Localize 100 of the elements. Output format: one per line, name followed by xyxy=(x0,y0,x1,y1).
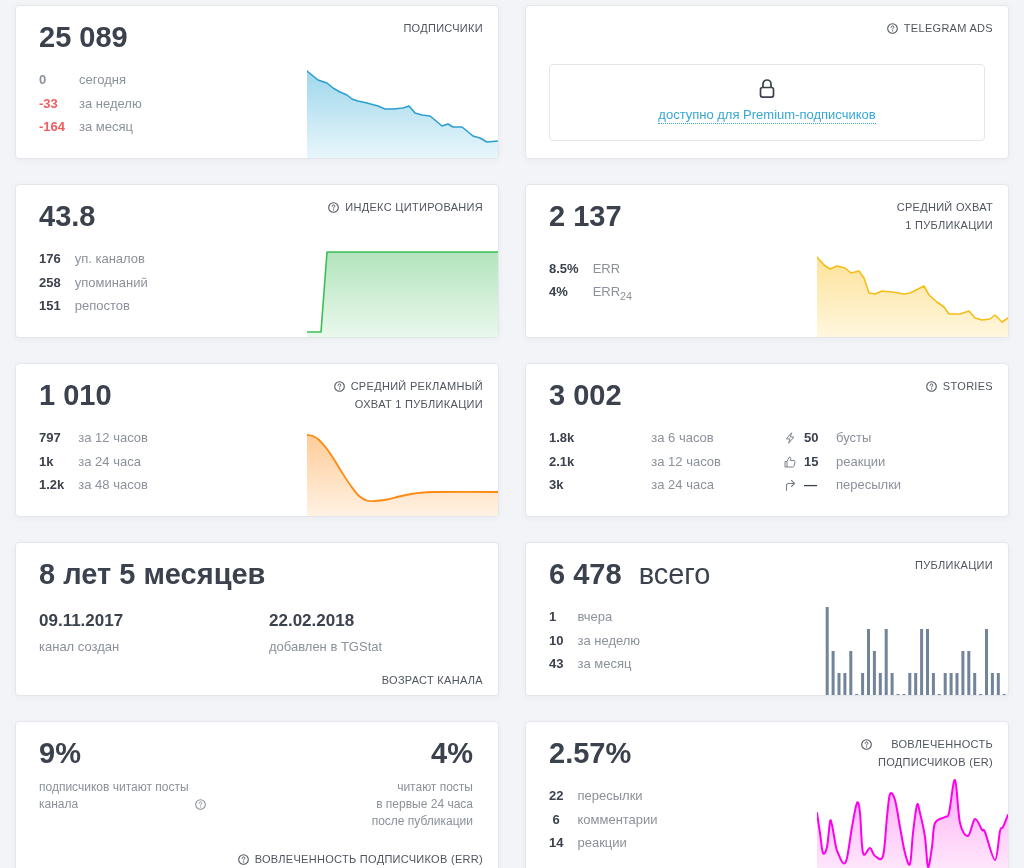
metric-value: 9% xyxy=(39,736,81,771)
stat-label: бусты xyxy=(836,429,873,448)
chart-bar xyxy=(961,651,965,695)
stat-label: за 48 часов xyxy=(78,476,148,495)
stat-label: за 6 часов xyxy=(651,429,715,448)
card-title: ПУБЛИКАЦИИ xyxy=(915,558,993,573)
card-title: ВОВЛЕЧЕННОСТЬ ПОДПИСЧИКОВ (ERR) xyxy=(254,852,483,867)
stat-value: 6 xyxy=(551,810,561,829)
stat-label: ERR$_{24}$ xyxy=(592,283,633,304)
chart-bar xyxy=(872,651,876,695)
ratio-caption: подписчиков читают посты канала xyxy=(39,779,189,813)
chart-bar xyxy=(878,673,882,695)
forward-arrow-icon xyxy=(784,479,796,491)
date-caption: добавлен в TGStat xyxy=(269,638,383,656)
stat-value: 43 xyxy=(549,655,564,674)
ratio-caption: читают посты в первые 24 часа после публикации xyxy=(371,779,473,830)
help-icon[interactable] xyxy=(333,380,345,392)
help-icon[interactable] xyxy=(925,380,937,392)
help-icon[interactable] xyxy=(861,738,873,750)
stat-value: 14 xyxy=(549,834,564,853)
lock-icon xyxy=(759,78,775,98)
help-icon[interactable] xyxy=(886,22,898,34)
stat-value: 151 xyxy=(39,297,61,316)
date-caption: канал создан xyxy=(39,638,120,656)
stat-label: комментарии xyxy=(577,810,658,829)
chart-bar xyxy=(861,673,865,695)
chart-bar xyxy=(884,629,888,695)
stat-value: 258 xyxy=(39,273,61,292)
chart-bar xyxy=(990,673,994,695)
card-title: СРЕДНИЙ ОХВАТ 1 ПУБЛИКАЦИИ xyxy=(896,200,993,233)
stat-value: — xyxy=(804,476,818,495)
chart-bar xyxy=(967,651,971,695)
stat-value: 2.1k xyxy=(549,452,576,471)
metric-value: 2.57% xyxy=(549,737,632,769)
stat-label: уп. каналов xyxy=(74,250,146,269)
stat-label: пересылки xyxy=(836,476,902,495)
chart-bar xyxy=(943,673,947,695)
metric-value: 8 лет 5 месяцев xyxy=(39,558,266,590)
chart-bar xyxy=(843,673,847,695)
stat-label: за месяц xyxy=(577,655,633,674)
chart-bar xyxy=(849,651,853,695)
date-value: 22.02.2018 xyxy=(269,610,355,632)
chart-bar xyxy=(908,673,912,695)
premium-link[interactable]: доступно для Premium-подписчиков xyxy=(658,106,876,124)
stat-value: 1 xyxy=(549,608,558,627)
stat-value: 3k xyxy=(549,476,565,495)
stat-label: репостов xyxy=(74,297,131,316)
card-title: ИНДЕКС ЦИТИРОВАНИЯ xyxy=(345,200,483,215)
stat-value: 15 xyxy=(804,452,820,471)
stat-label: сегодня xyxy=(79,71,127,90)
card-title: ВОЗРАСТ КАНАЛА xyxy=(381,673,483,688)
date-value: 09.11.2017 xyxy=(39,610,124,632)
stat-label: реакции xyxy=(836,452,887,471)
lightning-icon xyxy=(784,432,796,444)
metric-value: 4% xyxy=(431,736,473,771)
stat-value: 22 xyxy=(549,787,564,806)
chart-bar xyxy=(996,673,1000,695)
unit-label: всего xyxy=(638,558,711,590)
stat-label: за неделю xyxy=(577,631,641,650)
chart-bar xyxy=(955,673,959,695)
card-title: TELEGRAM ADS xyxy=(903,21,993,36)
metric-value: 43.8 xyxy=(39,200,96,232)
stat-label: за неделю xyxy=(79,94,142,113)
stat-label: за 24 часа xyxy=(651,476,715,495)
metric-value: 6 478 xyxy=(549,558,622,590)
stat-value: 10 xyxy=(549,631,564,650)
chart-bar xyxy=(831,651,835,695)
stat-value: 1k xyxy=(39,452,55,471)
metric-value: 1 010 xyxy=(39,379,112,411)
stat-value: 0 xyxy=(39,71,48,90)
stat-value: 1.2k xyxy=(39,476,65,495)
chart-bar xyxy=(890,673,894,695)
stat-label: реакции xyxy=(577,834,628,853)
stat-label: упоминаний xyxy=(74,273,148,292)
stat-label: за месяц xyxy=(79,118,134,137)
chart-bar xyxy=(949,673,953,695)
stat-value: 176 xyxy=(39,250,61,269)
card-title: ПОДПИСЧИКИ xyxy=(403,21,483,36)
metric-value: 3 002 xyxy=(549,379,622,411)
stat-label: ERR xyxy=(592,259,622,278)
chart-bar xyxy=(837,673,841,695)
card-title: ВОВЛЕЧЕННОСТЬ ПОДПИСЧИКОВ (ER) xyxy=(878,737,993,770)
stat-label: за 12 часов xyxy=(651,452,722,471)
metric-value: 25 089 xyxy=(39,21,128,53)
card-title: STORIES xyxy=(942,379,993,394)
stat-value: 4% xyxy=(549,283,569,302)
card-title: СРЕДНИЙ РЕКЛАМНЫЙ ОХВАТ 1 ПУБЛИКАЦИИ xyxy=(350,379,483,412)
metric-value: 2 137 xyxy=(549,200,622,232)
help-icon[interactable] xyxy=(328,201,340,213)
chart-bar xyxy=(931,673,935,695)
stat-value: 1.8k xyxy=(549,429,576,448)
stat-label: за 24 часа xyxy=(78,452,142,471)
chart-bar xyxy=(914,673,918,695)
help-icon[interactable] xyxy=(237,853,249,865)
help-icon[interactable] xyxy=(194,799,206,810)
stat-value: 797 xyxy=(39,429,62,448)
chart-bar xyxy=(867,629,870,695)
chart-bar xyxy=(926,629,929,695)
stat-label: вчера xyxy=(577,608,614,627)
thumbs-up-icon xyxy=(784,455,796,468)
